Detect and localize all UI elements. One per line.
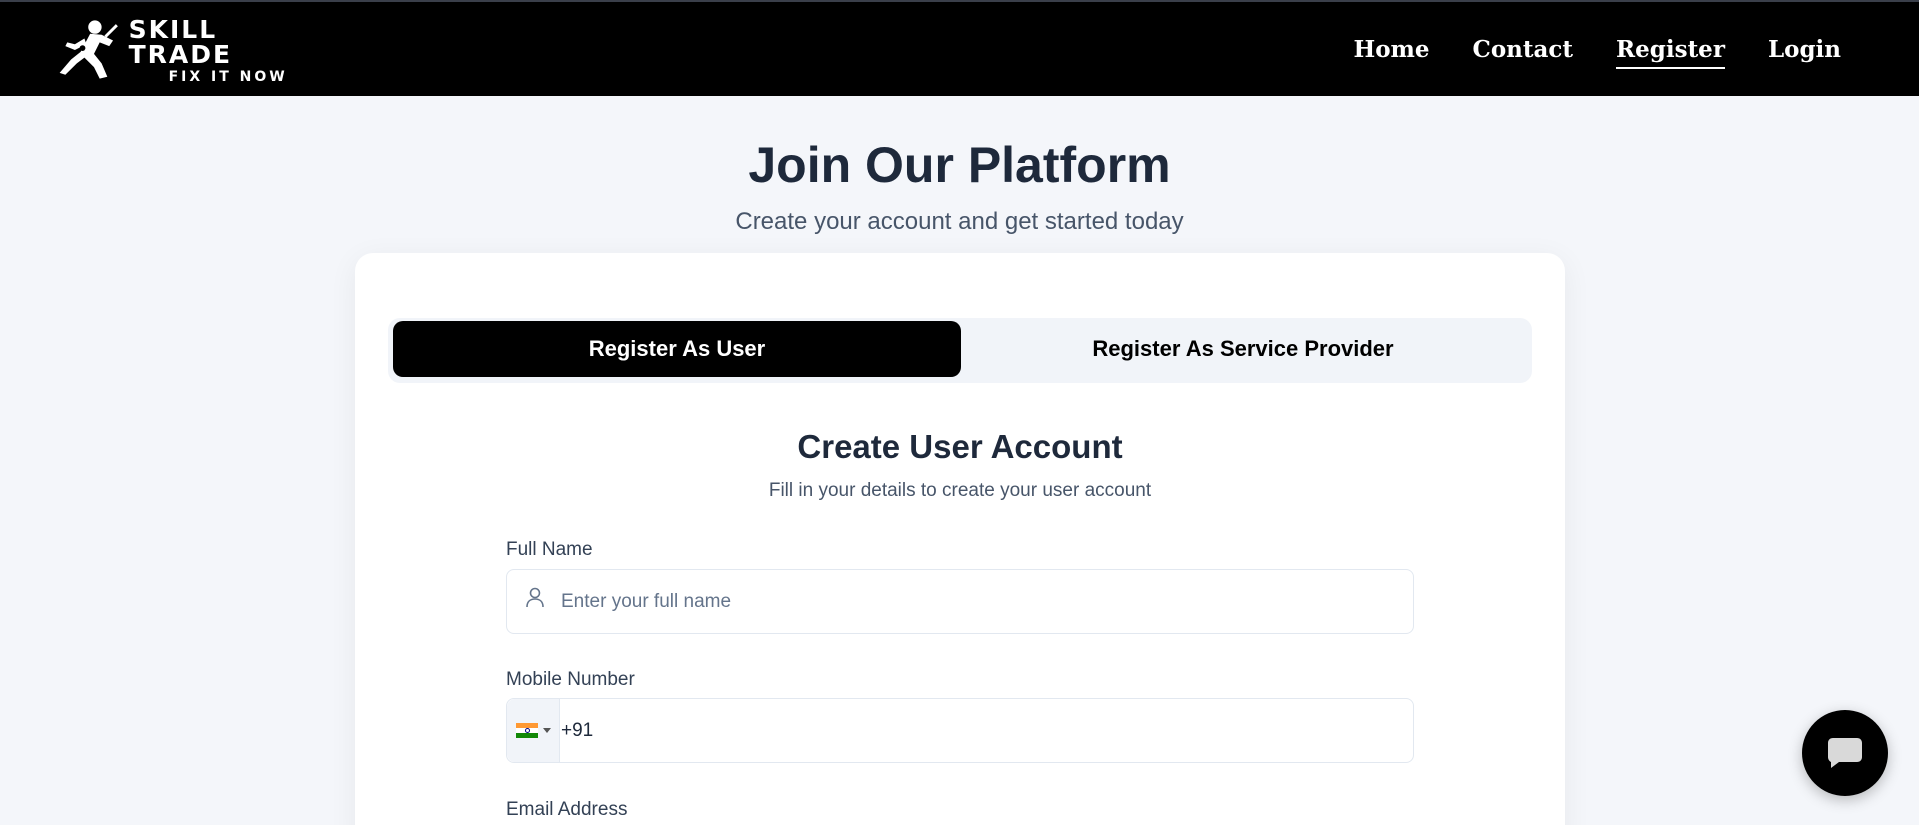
worker-logo-icon <box>59 20 118 79</box>
mobile-number-label: Mobile Number <box>506 669 635 690</box>
form-subtitle: Fill in your details to create your user… <box>768 480 1152 501</box>
full-name-input[interactable] <box>561 570 1401 633</box>
email-address-label: Email Address <box>506 799 628 820</box>
tab-register-service-provider[interactable]: Register As Service Provider <box>959 321 1527 377</box>
registration-tabs: Register As User Register As Service Pro… <box>388 318 1532 383</box>
brand-title: SKILL TRADE <box>128 14 233 69</box>
user-icon <box>526 587 544 608</box>
registration-card: Register As User Register As Service Pro… <box>355 253 1565 825</box>
form-title: Create User Account <box>797 428 1123 465</box>
nav-home-link[interactable]: Home <box>1353 36 1429 63</box>
full-name-label: Full Name <box>506 539 593 560</box>
navbar: SKILL TRADE FIX IT NOW Home Contact Regi… <box>0 2 1919 96</box>
nav-contact-link[interactable]: Contact <box>1473 36 1574 63</box>
india-flag-icon <box>515 723 538 738</box>
country-code-selector[interactable] <box>507 699 560 762</box>
nav-register-link[interactable]: Register <box>1616 36 1725 69</box>
chat-button[interactable] <box>1802 710 1888 796</box>
brand-logo[interactable]: SKILL TRADE FIX IT NOW <box>52 16 322 84</box>
chevron-down-icon <box>542 728 551 733</box>
nav-links: Home Contact Register Login <box>1310 2 1841 96</box>
full-name-field <box>506 569 1414 634</box>
mobile-number-input[interactable] <box>561 699 1401 762</box>
tab-register-user[interactable]: Register As User <box>393 321 961 377</box>
brand-tagline: FIX IT NOW <box>168 68 288 85</box>
chat-bubble-icon <box>1828 738 1862 768</box>
nav-login-link[interactable]: Login <box>1768 36 1841 63</box>
page-subtitle: Create your account and get started toda… <box>735 208 1184 235</box>
mobile-number-field <box>506 698 1414 763</box>
page-title: Join Our Platform <box>748 137 1171 193</box>
